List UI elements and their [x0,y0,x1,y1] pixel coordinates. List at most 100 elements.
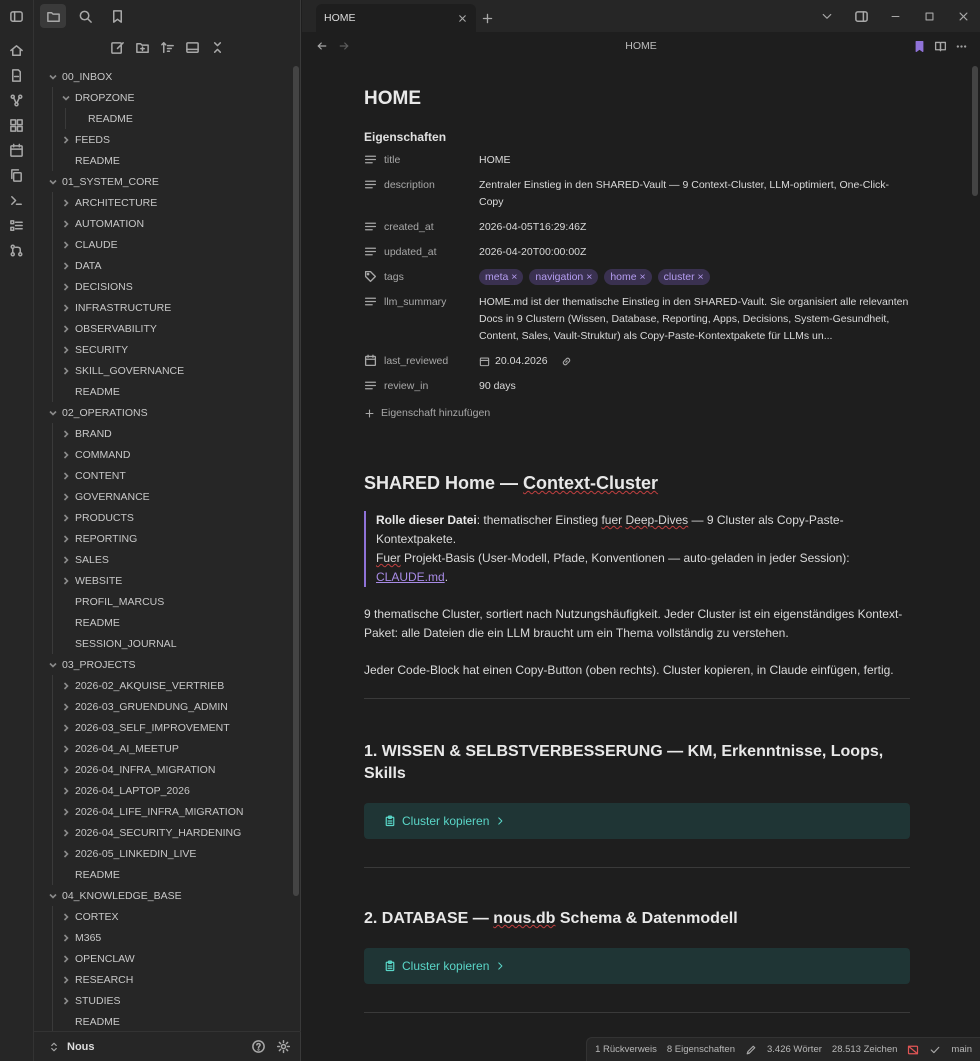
property-value[interactable]: 20.04.2026 [495,353,548,370]
status-properties[interactable]: 8 Eigenschaften [667,1044,735,1055]
folder-item[interactable]: 02_OPERATIONS [34,402,294,423]
chevron-right-icon[interactable] [61,366,71,376]
chevron-right-icon[interactable] [61,450,71,460]
ribbon-git[interactable] [0,238,33,263]
folder-item[interactable]: FEEDS [34,129,294,150]
ribbon-terminal[interactable] [0,188,33,213]
chevron-right-icon[interactable] [61,303,71,313]
bookmark-filled-icon[interactable] [913,40,926,53]
folder-item[interactable]: SECURITY [34,339,294,360]
chevron-right-icon[interactable] [61,534,71,544]
tab-home[interactable]: HOME [316,4,476,32]
chevron-right-icon[interactable] [61,324,71,334]
folder-item[interactable]: COMMAND [34,444,294,465]
file-item[interactable]: README [34,108,294,129]
folder-item[interactable]: 2026-05_LINKEDIN_LIVE [34,843,294,864]
ribbon-graph[interactable] [0,88,33,113]
window-close-button[interactable] [946,0,980,32]
auto-reveal-icon[interactable] [185,40,200,55]
property-value[interactable]: 2026-04-20T00:00:00Z [479,244,910,261]
more-options-icon[interactable] [955,40,968,53]
folder-item[interactable]: PRODUCTS [34,507,294,528]
chevron-right-icon[interactable] [61,744,71,754]
folder-item[interactable]: DROPZONE [34,87,294,108]
chevron-right-icon[interactable] [61,681,71,691]
folder-item[interactable]: 04_KNOWLEDGE_BASE [34,885,294,906]
folder-item[interactable]: SALES [34,549,294,570]
vault-switcher[interactable]: Nous [34,1031,301,1061]
check-icon[interactable] [929,1044,941,1056]
new-tab-button[interactable] [476,4,498,32]
chevron-right-icon[interactable] [61,198,71,208]
sidebar-scrollbar[interactable] [293,66,299,896]
chevron-right-icon[interactable] [61,975,71,985]
file-item[interactable]: SESSION_JOURNAL [34,633,294,654]
file-item[interactable]: README [34,1011,294,1031]
ribbon-templates[interactable] [0,163,33,188]
settings-gear-icon[interactable] [276,1039,291,1054]
folder-item[interactable]: 2026-03_GRUENDUNG_ADMIN [34,696,294,717]
folder-item[interactable]: OPENCLAW [34,948,294,969]
property-row-description[interactable]: description Zentraler Einstieg in den SH… [364,177,910,211]
tag-pill[interactable]: cluster × [657,269,710,285]
folder-item[interactable]: CLAUDE [34,234,294,255]
chevron-right-icon[interactable] [61,513,71,523]
property-row-updated-at[interactable]: updated_at 2026-04-20T00:00:00Z [364,244,910,261]
folder-item[interactable]: 2026-02_AKQUISE_VERTRIEB [34,675,294,696]
folder-item[interactable]: GOVERNANCE [34,486,294,507]
property-row-title[interactable]: title HOME [364,152,910,169]
minimize-button[interactable] [878,0,912,32]
folder-item[interactable]: 01_SYSTEM_CORE [34,171,294,192]
sidebar-toggle[interactable] [0,0,33,32]
new-folder-icon[interactable] [135,40,150,55]
file-item[interactable]: README [34,381,294,402]
property-row-llm-summary[interactable]: llm_summary HOME.md ist der thematische … [364,294,910,345]
folder-item[interactable]: CORTEX [34,906,294,927]
folder-item[interactable]: 2026-03_SELF_IMPROVEMENT [34,717,294,738]
chevron-right-icon[interactable] [61,240,71,250]
folder-item[interactable]: 2026-04_LAPTOP_2026 [34,780,294,801]
folder-item[interactable]: DATA [34,255,294,276]
tab-files[interactable] [40,4,66,28]
folder-item[interactable]: CONTENT [34,465,294,486]
folder-item[interactable]: 03_PROJECTS [34,654,294,675]
folder-item[interactable]: 2026-04_INFRA_MIGRATION [34,759,294,780]
property-value[interactable]: Zentraler Einstieg in den SHARED-Vault —… [479,177,910,211]
folder-item[interactable]: 00_INBOX [34,66,294,87]
tag-pill[interactable]: home × [604,269,652,285]
chevron-right-icon[interactable] [61,555,71,565]
cluster-copy-button[interactable]: Cluster kopieren [364,948,910,984]
file-item[interactable]: README [34,150,294,171]
tab-search[interactable] [72,4,98,28]
chevron-right-icon[interactable] [61,345,71,355]
file-item[interactable]: PROFIL_MARCUS [34,591,294,612]
tag-pill[interactable]: navigation × [529,269,599,285]
chevron-right-icon[interactable] [61,723,71,733]
forward-arrow-icon[interactable] [338,40,350,52]
sync-error-icon[interactable] [907,1044,919,1056]
chevron-right-icon[interactable] [61,849,71,859]
claude-md-link[interactable]: CLAUDE.md [376,570,445,584]
chevron-right-icon[interactable] [61,429,71,439]
ribbon-daily[interactable] [0,138,33,163]
ribbon-canvas[interactable] [0,113,33,138]
folder-item[interactable]: RESEARCH [34,969,294,990]
chevron-right-icon[interactable] [61,576,71,586]
sort-icon[interactable] [160,40,175,55]
folder-item[interactable]: SKILL_GOVERNANCE [34,360,294,381]
ribbon-home[interactable] [0,38,33,63]
folder-item[interactable]: STUDIES [34,990,294,1011]
chevron-right-icon[interactable] [61,933,71,943]
chevron-right-icon[interactable] [61,996,71,1006]
new-note-icon[interactable] [110,40,125,55]
right-sidebar-toggle[interactable] [844,0,878,32]
folder-item[interactable]: 2026-04_LIFE_INFRA_MIGRATION [34,801,294,822]
link-icon[interactable] [561,356,572,367]
chevron-right-icon[interactable] [61,786,71,796]
chevron-right-icon[interactable] [61,219,71,229]
chevron-down-icon[interactable] [48,72,58,82]
property-row-tags[interactable]: tags meta × navigation × home × cluster × [364,269,910,286]
help-icon[interactable] [251,1039,266,1054]
chevron-right-icon[interactable] [61,261,71,271]
back-arrow-icon[interactable] [316,40,328,52]
